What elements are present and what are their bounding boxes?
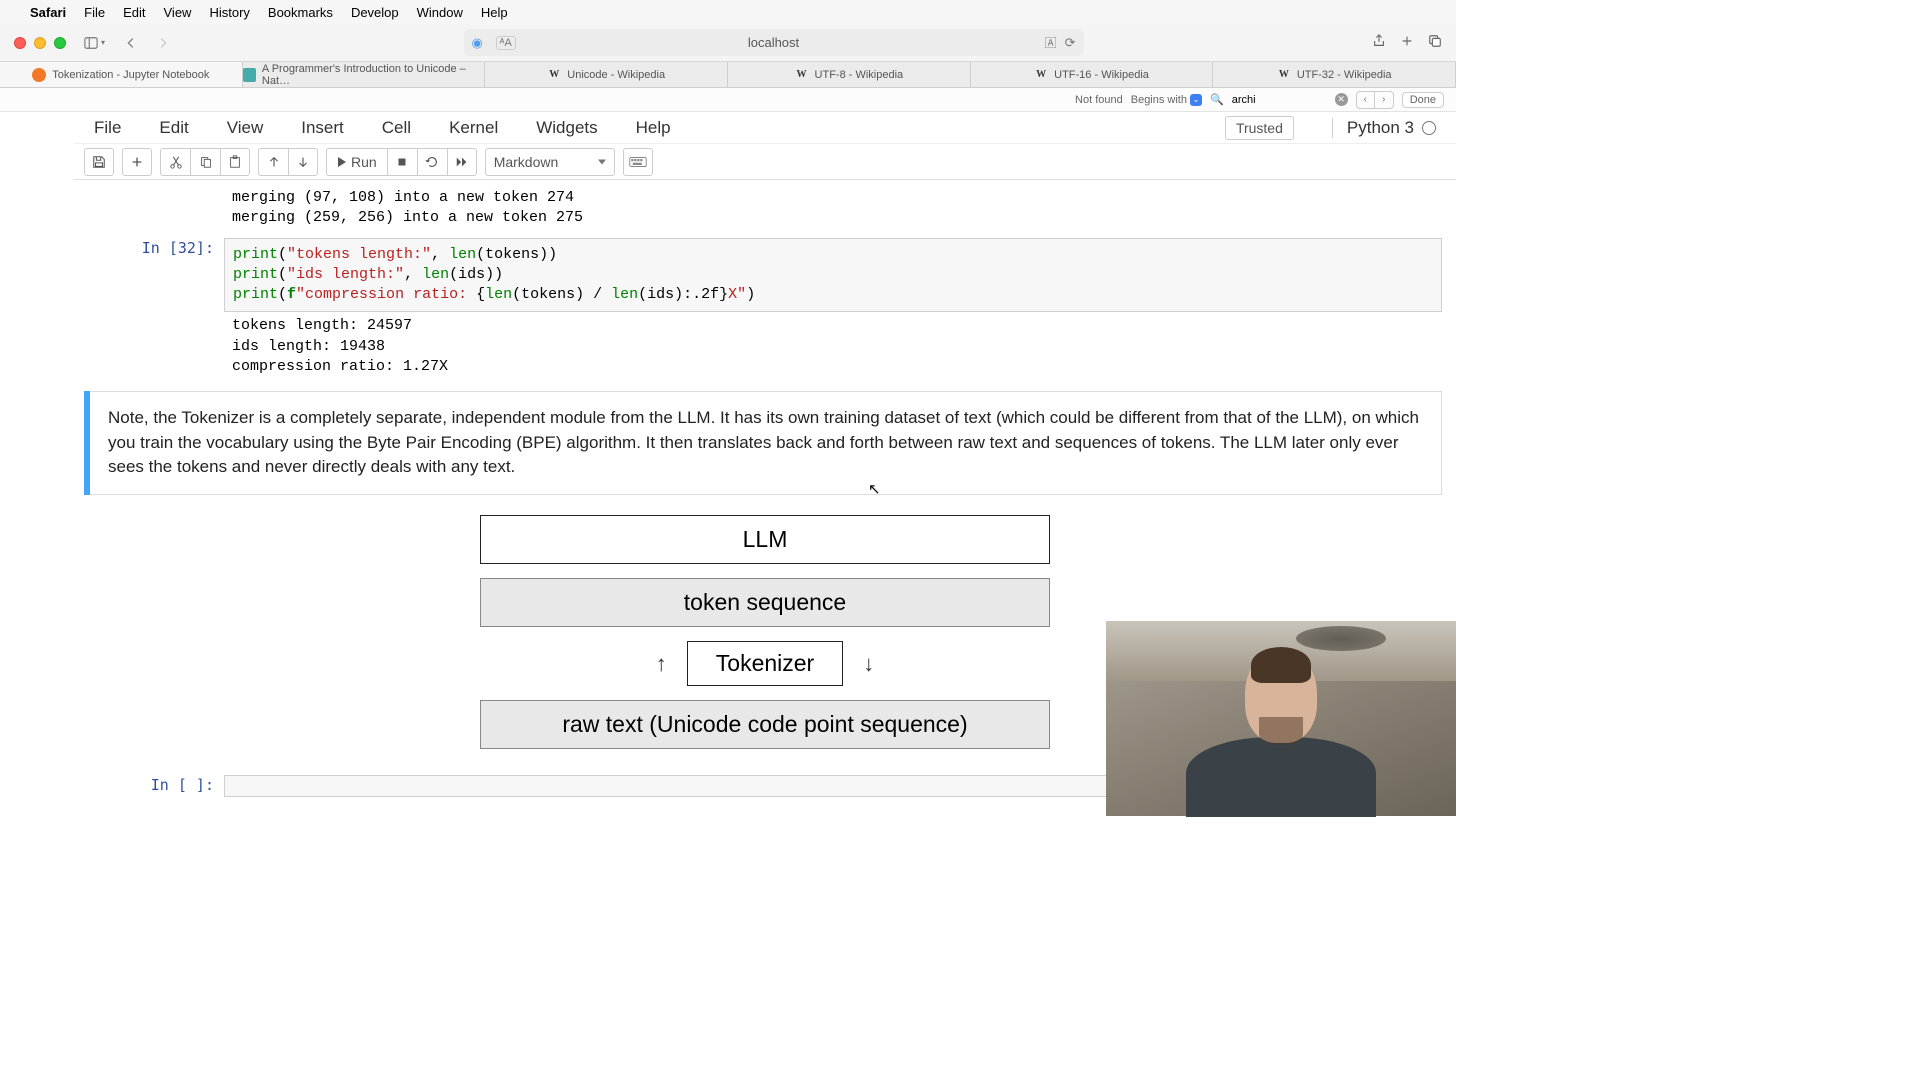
arrow-up-icon: ↑ (656, 649, 667, 679)
arrow-down-icon: ↓ (863, 649, 874, 679)
jp-menu-cell[interactable]: Cell (382, 118, 411, 138)
cell-prompt-empty: In [ ]: (74, 775, 224, 797)
cell-output: tokens length: 24597 ids length: 19438 c… (224, 312, 1456, 381)
prev-output: merging (97, 108) into a new token 274 m… (224, 184, 1456, 233)
blog-favicon-icon (243, 68, 256, 82)
menu-history[interactable]: History (209, 5, 249, 20)
reload-icon[interactable]: ⟳ (1065, 35, 1076, 51)
app-name[interactable]: Safari (30, 5, 66, 20)
cut-button[interactable] (160, 148, 190, 176)
find-prev-button[interactable]: ‹ (1357, 92, 1375, 108)
tab-utf16-wiki[interactable]: WUTF-16 - Wikipedia (971, 62, 1214, 87)
translate-icon[interactable]: 🄰 (1045, 34, 1057, 51)
privacy-shield-icon[interactable]: ◉ (472, 35, 483, 51)
address-host: localhost (748, 35, 799, 50)
menu-develop[interactable]: Develop (351, 5, 399, 20)
move-down-button[interactable] (288, 148, 318, 176)
back-button[interactable] (119, 31, 143, 55)
jupyter-menubar: File Edit View Insert Cell Kernel Widget… (74, 112, 1456, 144)
paste-button[interactable] (220, 148, 250, 176)
safari-toolbar: ▾ ◉ ᴬA localhost 🄰 ⟳ (0, 24, 1456, 62)
jp-menu-view[interactable]: View (227, 118, 264, 138)
jp-menu-file[interactable]: File (94, 118, 121, 138)
menu-help[interactable]: Help (481, 5, 508, 20)
diagram-tokenizer-box: Tokenizer (687, 641, 843, 686)
find-nav: ‹ › (1356, 91, 1394, 109)
markdown-text: Note, the Tokenizer is a completely sepa… (90, 391, 1442, 495)
jupyter-favicon-icon (32, 68, 46, 82)
jp-menu-help[interactable]: Help (636, 118, 671, 138)
share-icon[interactable] (1372, 34, 1386, 51)
code-cell-32[interactable]: In [32]: print("tokens length:", len(tok… (74, 238, 1456, 382)
find-mode-dropdown[interactable]: Begins with⌄ (1131, 94, 1202, 106)
tab-unicode-wiki[interactable]: WUnicode - Wikipedia (485, 62, 728, 87)
minimize-window-button[interactable] (34, 37, 46, 49)
window-controls (14, 37, 66, 49)
find-bar: Not found Begins with⌄ 🔍 ✕ ‹ › Done (0, 88, 1456, 112)
cell-type-select[interactable]: Markdown (485, 148, 615, 176)
close-window-button[interactable] (14, 37, 26, 49)
diagram-rawtext-box: raw text (Unicode code point sequence) (480, 700, 1050, 749)
jupyter-toolbar: Run Markdown (74, 144, 1456, 180)
jp-menu-widgets[interactable]: Widgets (536, 118, 597, 138)
tab-utf32-wiki[interactable]: WUTF-32 - Wikipedia (1213, 62, 1456, 87)
copy-button[interactable] (190, 148, 220, 176)
move-up-button[interactable] (258, 148, 288, 176)
tab-overview-icon[interactable] (1428, 34, 1442, 51)
diagram-tokseq-box: token sequence (480, 578, 1050, 627)
markdown-cell-selected[interactable]: Note, the Tokenizer is a completely sepa… (84, 391, 1442, 495)
restart-run-all-button[interactable] (447, 148, 477, 176)
macos-menubar: Safari File Edit View History Bookmarks … (0, 0, 1456, 24)
jp-menu-kernel[interactable]: Kernel (449, 118, 498, 138)
sidebar-toggle[interactable]: ▾ (84, 36, 105, 50)
wikipedia-favicon-icon: W (1034, 68, 1048, 82)
find-input[interactable] (1232, 92, 1327, 108)
webcam-overlay (1106, 621, 1456, 816)
zoom-window-button[interactable] (54, 37, 66, 49)
wikipedia-favicon-icon: W (795, 68, 809, 82)
safari-tab-strip: Tokenization - Jupyter Notebook A Progra… (0, 62, 1456, 88)
interrupt-button[interactable] (387, 148, 417, 176)
insert-cell-button[interactable] (122, 148, 152, 176)
menu-window[interactable]: Window (417, 5, 463, 20)
kernel-idle-icon (1422, 121, 1436, 135)
reader-aa-icon[interactable]: ᴬA (496, 36, 516, 50)
clear-search-icon[interactable]: ✕ (1335, 93, 1348, 106)
menu-view[interactable]: View (164, 5, 192, 20)
trusted-badge[interactable]: Trusted (1225, 116, 1294, 140)
wikipedia-favicon-icon: W (1277, 68, 1291, 82)
find-next-button[interactable]: › (1375, 92, 1393, 108)
find-notfound-label: Not found (1075, 94, 1123, 106)
tab-jupyter[interactable]: Tokenization - Jupyter Notebook (0, 62, 243, 87)
tokenizer-diagram: LLM token sequence ↑ Tokenizer ↓ raw tex… (480, 515, 1050, 749)
search-icon: 🔍 (1210, 93, 1224, 106)
tab-utf8-wiki[interactable]: WUTF-8 - Wikipedia (728, 62, 971, 87)
menu-edit[interactable]: Edit (123, 5, 145, 20)
cell-prompt: In [32]: (74, 238, 224, 313)
command-palette-button[interactable] (623, 148, 653, 176)
diagram-llm-box: LLM (480, 515, 1050, 564)
save-button[interactable] (84, 148, 114, 176)
run-button[interactable]: Run (326, 148, 387, 176)
jp-menu-edit[interactable]: Edit (159, 118, 188, 138)
tab-unicode-blog[interactable]: A Programmer's Introduction to Unicode –… (243, 62, 486, 87)
new-tab-icon[interactable] (1400, 34, 1414, 51)
chevron-down-icon: ⌄ (1190, 94, 1202, 106)
jp-menu-insert[interactable]: Insert (301, 118, 344, 138)
kernel-indicator[interactable]: Python 3 (1332, 118, 1436, 138)
forward-button[interactable] (151, 31, 175, 55)
code-input[interactable]: print("tokens length:", len(tokens)) pri… (224, 238, 1442, 313)
wikipedia-favicon-icon: W (547, 68, 561, 82)
menu-file[interactable]: File (84, 5, 105, 20)
find-done-button[interactable]: Done (1402, 92, 1444, 108)
restart-button[interactable] (417, 148, 447, 176)
menu-bookmarks[interactable]: Bookmarks (268, 5, 333, 20)
address-bar[interactable]: ◉ ᴬA localhost 🄰 ⟳ (464, 29, 1084, 56)
